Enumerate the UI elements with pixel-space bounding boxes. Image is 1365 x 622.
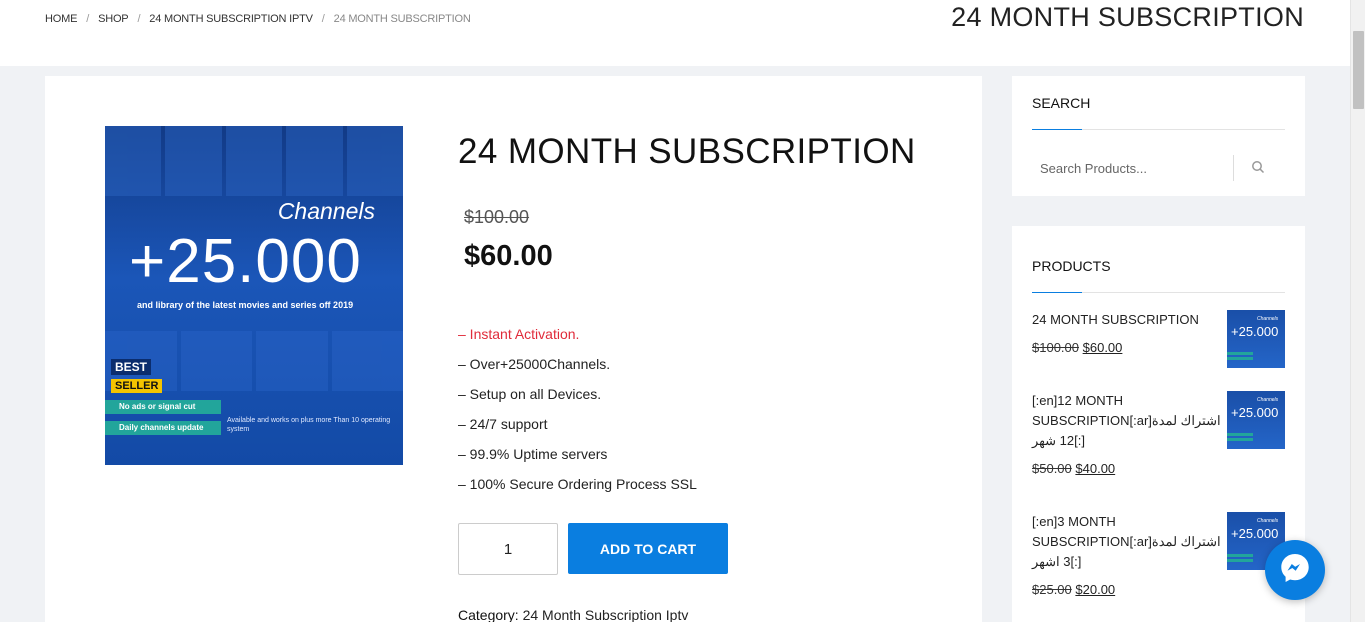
messenger-chat-button[interactable] (1265, 540, 1325, 600)
badge-best: BEST (111, 359, 152, 375)
widget-divider (1032, 129, 1285, 130)
product-thumbnail[interactable]: Channels +25.000 (1227, 310, 1285, 368)
add-to-cart-button[interactable]: ADD TO CART (568, 523, 728, 574)
page-title: 24 MONTH SUBSCRIPTION (951, 2, 1304, 32)
feature-item: – 100% Secure Ordering Process SSL (458, 476, 697, 492)
feature-item: – Over+25000Channels. (458, 356, 611, 372)
page-header: HOME / SHOP / 24 MONTH SUBSCRIPTION IPTV… (0, 0, 1350, 66)
product-list-old-price: $25.00 (1032, 582, 1072, 597)
product-card: Channels +25.000 and library of the late… (45, 76, 982, 622)
messenger-icon (1278, 551, 1312, 590)
poster-strip (105, 126, 403, 196)
search-icon (1251, 160, 1265, 177)
search-input[interactable] (1040, 154, 1225, 182)
category-label: Category: (458, 607, 519, 622)
image-available-text: Available and works on plus more Than 10… (227, 417, 391, 433)
product-list-item[interactable]: 24 MONTH SUBSCRIPTION $100.00 $60.00 Cha… (1032, 310, 1285, 368)
image-sub-text: and library of the latest movies and ser… (137, 300, 354, 310)
badge-seller: SELLER (111, 379, 163, 393)
feature-item: – 99.9% Uptime servers (458, 446, 608, 462)
image-tag-no-ads: No ads or signal cut (105, 400, 221, 414)
product-list-new-price: $20.00 (1075, 582, 1116, 597)
quantity-input[interactable] (458, 523, 558, 575)
thumb-small-text: Channels (1257, 397, 1279, 403)
product-category: Category: 24 Month Subscription Iptv (458, 607, 688, 622)
image-channels-text: Channels (277, 198, 375, 224)
product-list-name[interactable]: [:en]12 MONTH SUBSCRIPTION[:ar]اشتراك لم… (1032, 391, 1224, 451)
feature-list: – Instant Activation. – Over+25000Channe… (458, 319, 697, 499)
breadcrumb-shop[interactable]: SHOP (98, 13, 129, 25)
widget-divider (1032, 292, 1285, 293)
image-tag-daily-update: Daily channels update (105, 421, 221, 435)
product-image[interactable]: Channels +25.000 and library of the late… (105, 126, 403, 465)
breadcrumb-separator: / (321, 13, 325, 25)
product-list-new-price: $40.00 (1075, 461, 1116, 476)
product-list-name[interactable]: 24 MONTH SUBSCRIPTION (1032, 310, 1224, 330)
product-list-prices: $25.00 $20.00 (1032, 582, 1285, 597)
thumb-big-text: +25.000 (1231, 405, 1279, 420)
search-divider (1233, 155, 1234, 181)
page-scrollbar[interactable] (1350, 0, 1365, 622)
product-list-item[interactable]: [:en]3 MONTH SUBSCRIPTION[:ar]اشتراك لمد… (1032, 512, 1285, 597)
breadcrumb-category[interactable]: 24 MONTH SUBSCRIPTION IPTV (149, 13, 313, 25)
product-thumbnail[interactable]: Channels +25.000 (1227, 391, 1285, 449)
product-list-old-price: $100.00 (1032, 340, 1079, 355)
search-button[interactable] (1248, 158, 1268, 178)
product-title: 24 MONTH SUBSCRIPTION (458, 132, 916, 171)
breadcrumb-separator: / (137, 13, 141, 25)
product-list-new-price: $60.00 (1082, 340, 1123, 355)
image-big-text: +25.000 (129, 227, 362, 296)
feature-item: – 24/7 support (458, 416, 548, 432)
breadcrumb-separator: / (86, 13, 90, 25)
feature-item: – Setup on all Devices. (458, 386, 602, 402)
product-list-old-price: $50.00 (1032, 461, 1072, 476)
thumb-big-text: +25.000 (1231, 324, 1279, 339)
best-seller-badge: BEST SELLER (111, 358, 167, 394)
sale-price: $60.00 (464, 240, 553, 272)
search-widget: SEARCH (1012, 76, 1305, 196)
breadcrumb-current: 24 MONTH SUBSCRIPTION (333, 13, 471, 25)
widget-title: PRODUCTS (1032, 258, 1111, 274)
product-list-prices: $50.00 $40.00 (1032, 461, 1285, 476)
breadcrumb: HOME / SHOP / 24 MONTH SUBSCRIPTION IPTV… (45, 13, 471, 25)
category-link[interactable]: 24 Month Subscription Iptv (523, 607, 689, 622)
product-list-name[interactable]: [:en]3 MONTH SUBSCRIPTION[:ar]اشتراك لمد… (1032, 512, 1224, 572)
old-price: $100.00 (464, 207, 530, 227)
products-widget: PRODUCTS 24 MONTH SUBSCRIPTION $100.00 $… (1012, 226, 1305, 622)
feature-item: – Instant Activation. (458, 326, 580, 342)
product-list-item[interactable]: [:en]12 MONTH SUBSCRIPTION[:ar]اشتراك لم… (1032, 391, 1285, 476)
thumb-small-text: Channels (1257, 316, 1279, 322)
thumb-big-text: +25.000 (1231, 526, 1279, 541)
scrollbar-thumb[interactable] (1353, 31, 1364, 109)
widget-title: SEARCH (1032, 95, 1091, 111)
breadcrumb-home[interactable]: HOME (45, 13, 77, 25)
thumb-small-text: Channels (1257, 518, 1279, 524)
